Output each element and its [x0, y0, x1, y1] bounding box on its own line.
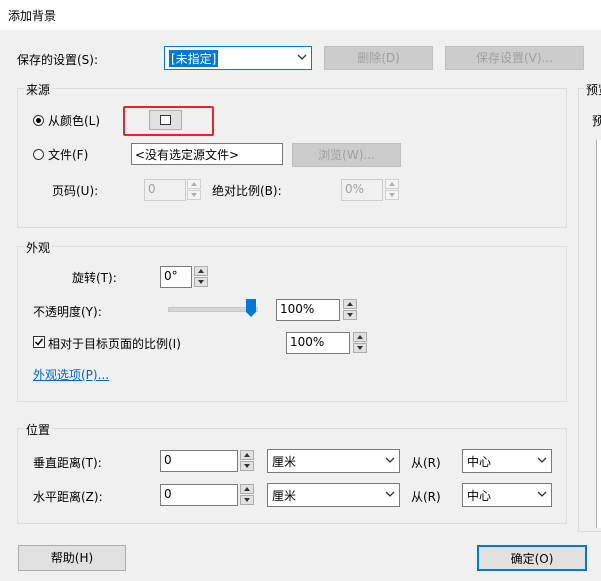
absolute-scale-field[interactable]: 0% [341, 179, 383, 201]
horizontal-distance-stepper[interactable] [240, 484, 254, 506]
ok-button[interactable]: 确定(O) [477, 545, 587, 571]
vertical-from-label: 从(R) [411, 456, 441, 470]
saved-settings-select[interactable]: [未指定] [164, 46, 312, 70]
rotation-field[interactable]: 0° [160, 266, 192, 288]
delete-button[interactable]: 删除(D) [324, 46, 433, 70]
browse-button[interactable]: 浏览(W)... [292, 143, 401, 167]
horizontal-unit-value: 厘米 [272, 489, 297, 503]
opacity-label: 不透明度(Y): [33, 305, 102, 319]
color-swatch [160, 115, 171, 125]
color-picker-button[interactable] [149, 110, 182, 130]
saved-settings-label: 保存的设置(S): [17, 53, 99, 67]
opacity-slider-track[interactable] [168, 307, 258, 312]
appearance-group-title: 外观 [24, 239, 53, 256]
file-path-field[interactable]: <没有选定源文件> [131, 143, 283, 165]
vertical-distance-field[interactable]: 0 [160, 450, 238, 472]
title-bar: 添加背景 [0, 0, 601, 30]
page-number-stepper[interactable] [187, 179, 201, 201]
help-button[interactable]: 帮助(H) [18, 545, 126, 571]
absolute-scale-label: 绝对比例(B): [212, 184, 282, 198]
horizontal-distance-label: 水平距离(Z): [33, 490, 103, 504]
opacity-slider-thumb[interactable] [246, 299, 256, 317]
relative-scale-stepper[interactable] [353, 332, 367, 354]
window-title: 添加背景 [8, 9, 57, 23]
page-number-label: 页码(U): [52, 184, 99, 198]
chevron-down-icon [385, 457, 395, 463]
rotation-label: 旋转(T): [72, 271, 117, 285]
relative-scale-checkbox[interactable] [33, 336, 45, 348]
chevron-down-icon [537, 491, 547, 497]
vertical-unit-select[interactable]: 厘米 [267, 449, 400, 473]
opacity-stepper[interactable] [343, 299, 357, 321]
chevron-down-icon [537, 457, 547, 463]
horizontal-from-select[interactable]: 中心 [462, 483, 552, 507]
source-group-title: 来源 [24, 81, 53, 98]
absolute-scale-stepper[interactable] [385, 179, 399, 201]
relative-scale-label: 相对于目标页面的比例(I) [48, 337, 181, 351]
saved-settings-value: [未指定] [169, 50, 219, 67]
vertical-unit-value: 厘米 [272, 455, 297, 469]
vertical-from-value: 中心 [467, 455, 492, 469]
position-group-title: 位置 [24, 421, 53, 438]
file-label: 文件(F) [48, 148, 89, 162]
horizontal-from-value: 中心 [467, 489, 492, 503]
appearance-options-link[interactable]: 外观选项(P)... [33, 366, 109, 383]
preview-area [596, 140, 601, 528]
from-color-label: 从颜色(L) [48, 114, 101, 128]
horizontal-from-label: 从(R) [411, 490, 441, 504]
from-color-radio[interactable] [33, 115, 44, 126]
vertical-distance-label: 垂直距离(T): [33, 456, 102, 470]
relative-scale-field[interactable]: 100% [286, 332, 350, 354]
chevron-down-icon [385, 491, 395, 497]
horizontal-unit-select[interactable]: 厘米 [267, 483, 400, 507]
vertical-from-select[interactable]: 中心 [462, 449, 552, 473]
chevron-down-icon [297, 54, 307, 60]
file-radio[interactable] [33, 149, 44, 160]
page-number-field[interactable]: 0 [144, 179, 186, 201]
vertical-distance-stepper[interactable] [240, 450, 254, 472]
check-icon [34, 338, 44, 346]
position-group [17, 428, 567, 524]
preview-group-title: 预览 [584, 81, 601, 98]
horizontal-distance-field[interactable]: 0 [160, 484, 238, 506]
preview-sub-label: 预 [592, 114, 601, 128]
opacity-field[interactable]: 100% [276, 299, 340, 321]
rotation-stepper[interactable] [194, 266, 208, 288]
save-settings-button[interactable]: 保存设置(V)... [445, 46, 584, 70]
